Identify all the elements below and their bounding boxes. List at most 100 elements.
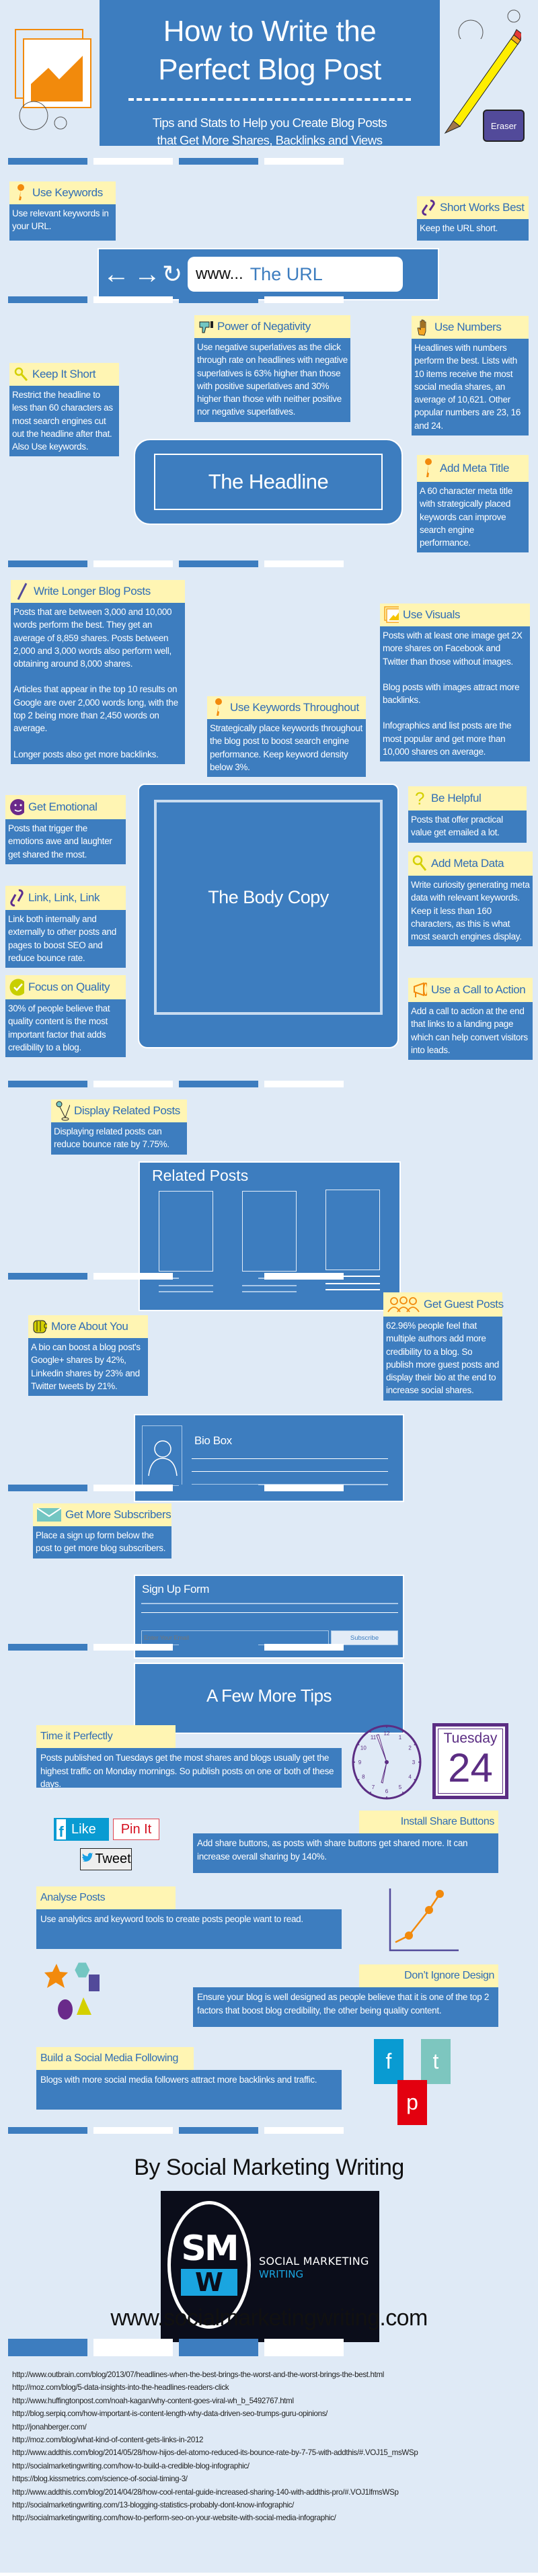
avatar (142, 1425, 182, 1486)
chart-frame-icon (15, 29, 91, 110)
design-shapes-icon (44, 1962, 100, 2020)
clock-number: 7 (372, 1784, 375, 1790)
tip-display-related-posts: Display Related Posts Displaying related… (51, 1099, 187, 1155)
section-divider (8, 2339, 531, 2356)
people-icon (387, 1296, 420, 1313)
title-banner: How to Write the Perfect Blog Post Tips … (100, 0, 440, 147)
references-list: http://www.outbrain.com/blog/2013/07/hea… (12, 2368, 530, 2525)
byline: By Social Marketing Writing (134, 2155, 404, 2180)
growth-chart-icon (389, 1888, 459, 1952)
reference-link[interactable]: http://moz.com/blog/what-kind-of-content… (12, 2434, 530, 2446)
section-divider (8, 2127, 531, 2134)
reference-link[interactable]: http://blog.serpiq.com/how-important-is-… (12, 2407, 530, 2420)
tweet-button[interactable]: Tweet (80, 1848, 132, 1870)
forward-arrow-icon[interactable]: → (134, 261, 162, 288)
page-subtitle: Tips and Stats to Help you Create Blog P… (152, 116, 387, 147)
calendar-icon: Tuesday 24 (432, 1723, 508, 1799)
magnifier-icon (412, 855, 427, 872)
facebook-icon[interactable]: f (374, 2039, 404, 2084)
logo-mark-bottom: W (181, 2269, 237, 2296)
subscribe-button[interactable]: Subscribe (331, 1630, 398, 1645)
megaphone-icon (412, 981, 427, 999)
section-divider (8, 1081, 531, 1087)
body-copy-box: The Body Copy (138, 784, 399, 1048)
facebook-like-button[interactable]: f Like (54, 1818, 109, 1841)
reference-link[interactable]: https://blog.kissmetrics.com/science-of-… (12, 2473, 530, 2485)
logo-mark-top: SM (181, 2229, 239, 2269)
tumblr-icon[interactable]: t (421, 2039, 451, 2084)
tip-get-guest-posts: Get Guest Posts 62.96% people feel that … (383, 1292, 504, 1401)
body-copy-label: The Body Copy (208, 886, 329, 907)
url-field[interactable]: www... The URL (188, 257, 403, 292)
smiley-icon (9, 798, 24, 816)
reference-link[interactable]: http://www.huffingtonpost.com/noah-kagan… (12, 2395, 530, 2407)
tip-use-a-call-to-action: Use a Call to Action Add a call to actio… (408, 978, 533, 1061)
checkmark-icon (9, 979, 24, 996)
link-icon (421, 199, 436, 216)
back-arrow-icon[interactable]: ← (103, 261, 134, 288)
reload-icon[interactable]: ↻ (162, 262, 188, 286)
thumbs-down-icon (198, 318, 213, 335)
tip-get-emotional: Get Emotional Posts that trigger the emo… (5, 795, 126, 864)
section-divider (8, 1485, 531, 1491)
twitter-bird-icon (81, 1852, 93, 1867)
tip-add-meta-title: Add Meta Title A 60 character meta title… (417, 455, 529, 553)
clock-number: 2 (408, 1745, 412, 1751)
tip-write-longer-blog-posts: Write Longer Blog Posts Posts that are b… (11, 580, 185, 764)
reference-link[interactable]: http://www.outbrain.com/blog/2013/07/hea… (12, 2368, 530, 2381)
related-post-card[interactable] (242, 1191, 297, 1272)
clock-number: 4 (408, 1774, 412, 1780)
calendar-day: Tuesday (443, 1731, 498, 1746)
logo-text-line2: WRITING (259, 2268, 304, 2280)
email-input[interactable] (141, 1630, 329, 1645)
link-icon (9, 889, 24, 907)
reference-link[interactable]: http://jonahberger.com/ (12, 2421, 530, 2434)
section-divider (8, 560, 531, 567)
logo-text-line1: SOCIAL MARKETING (259, 2255, 369, 2268)
clock-number: 10 (360, 1745, 367, 1751)
pencil-icon (15, 583, 30, 600)
clock-number: 1 (399, 1735, 402, 1741)
tip-power-of-negativity: Power of Negativity Use negative superla… (194, 315, 350, 422)
facebook-icon: f (56, 1819, 66, 1839)
clock-minute-hand (381, 1761, 387, 1784)
calendar-date: 24 (448, 1745, 493, 1790)
tip-use-keywords: Use Keywords Use relevant keywords in yo… (9, 181, 116, 241)
section-divider (8, 1273, 531, 1280)
tip-use-visuals: Use Visuals Posts with at least one imag… (380, 604, 530, 762)
tip-get-more-subscribers: Get More Subscribers Place a sign up for… (33, 1503, 171, 1559)
section-divider (8, 296, 531, 303)
tip-add-meta-data: Add Meta Data Write curiosity generating… (408, 851, 533, 947)
reference-link[interactable]: http://socialmarketingwriting.com/how-to… (12, 2511, 530, 2524)
envelope-icon (37, 1506, 61, 1524)
pin-it-button[interactable]: Pin It (113, 1819, 159, 1840)
decorative-circles (19, 101, 67, 130)
clock-number: 9 (358, 1759, 362, 1765)
website-link[interactable]: www.socialmarketingwriting.com (0, 2305, 538, 2331)
tip-be-helpful: ? Be Helpful Posts that offer practical v… (408, 786, 527, 843)
key-icon (13, 184, 28, 202)
tip-use-keywords-throughout: Use Keywords Throughout Strategically pl… (207, 696, 366, 778)
magnifier-icon (13, 366, 28, 383)
clock-number: 12 (384, 1731, 390, 1737)
tip-more-about-you: More About You A bio can boost a blog po… (28, 1315, 148, 1397)
headline-box: The Headline (134, 439, 403, 525)
related-posts-widget: Related Posts (139, 1161, 401, 1311)
image-icon (384, 606, 399, 624)
section-divider (8, 158, 531, 165)
clock-number: 6 (385, 1788, 389, 1794)
related-post-card[interactable] (159, 1191, 213, 1272)
tip-build-a-social-media-following: Build a Social Media Following Blogs wit… (36, 2047, 342, 2110)
reference-link[interactable]: http://www.addthis.com/blog/2014/05/28/h… (12, 2446, 530, 2459)
reference-link[interactable]: http://moz.com/blog/5-data-insights-into… (12, 2381, 530, 2394)
reference-link[interactable]: http://www.addthis.com/blog/2014/04/28/h… (12, 2486, 530, 2499)
hand-icon (416, 319, 430, 336)
pinterest-icon[interactable]: p (397, 2080, 427, 2125)
reference-link[interactable]: http://socialmarketingwriting.com/how-to… (12, 2460, 530, 2473)
more-tips-heading: A Few More Tips (206, 1685, 332, 1706)
tip-analyse-posts: Analyse Posts Use analytics and keyword … (36, 1886, 342, 1949)
related-post-card[interactable] (325, 1190, 380, 1270)
headline-label: The Headline (208, 470, 329, 493)
reference-link[interactable]: http://socialmarketingwriting.com/13-blo… (12, 2499, 530, 2511)
clock-hour-hand (376, 1734, 387, 1763)
